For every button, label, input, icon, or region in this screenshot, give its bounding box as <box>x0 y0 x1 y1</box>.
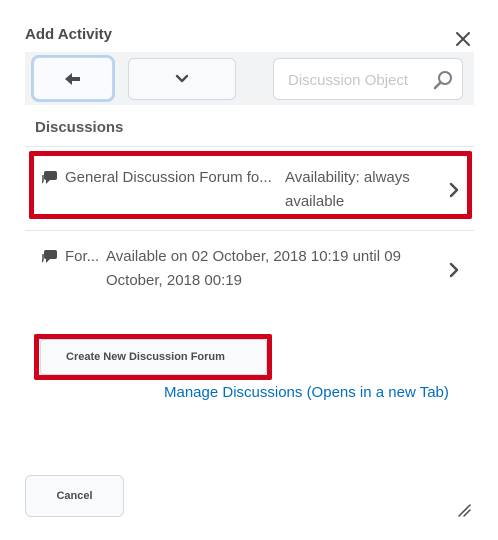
topic-name: General Discussion Forum fo... <box>65 169 272 186</box>
topic-divider <box>25 230 474 231</box>
chevron-right-icon <box>449 182 459 198</box>
search-box <box>273 58 463 100</box>
view-dropdown-button[interactable] <box>128 58 236 100</box>
chevron-right-icon <box>449 262 459 278</box>
create-new-discussion-forum-button[interactable]: Create New Discussion Forum <box>40 339 267 375</box>
section-heading: Discussions <box>35 119 124 136</box>
cancel-button[interactable]: Cancel <box>25 475 124 517</box>
dialog-title: Add Activity <box>25 26 112 43</box>
close-button[interactable] <box>452 28 474 50</box>
search-icon[interactable] <box>432 69 454 91</box>
back-button[interactable] <box>33 57 113 100</box>
topic-availability: Availability: always available <box>285 169 410 210</box>
chat-bubble-icon <box>42 250 57 263</box>
section-divider <box>25 146 474 147</box>
chevron-down-icon <box>175 74 189 83</box>
topic-row-general[interactable]: General Discussion Forum fo... Availabil… <box>25 168 474 212</box>
topic-availability: Available on 02 October, 2018 10:19 unti… <box>106 248 401 289</box>
chat-bubble-icon <box>42 171 57 184</box>
search-input[interactable] <box>288 69 426 91</box>
resize-grip-icon[interactable] <box>457 503 471 517</box>
topic-row-forum[interactable]: For... Available on 02 October, 2018 10:… <box>25 246 474 294</box>
topic-name: For... <box>65 248 100 265</box>
close-icon <box>456 32 470 46</box>
arrow-left-icon <box>65 72 80 85</box>
manage-discussions-link[interactable]: Manage Discussions (Opens in a new Tab) <box>164 384 449 401</box>
toolbar <box>25 52 474 105</box>
